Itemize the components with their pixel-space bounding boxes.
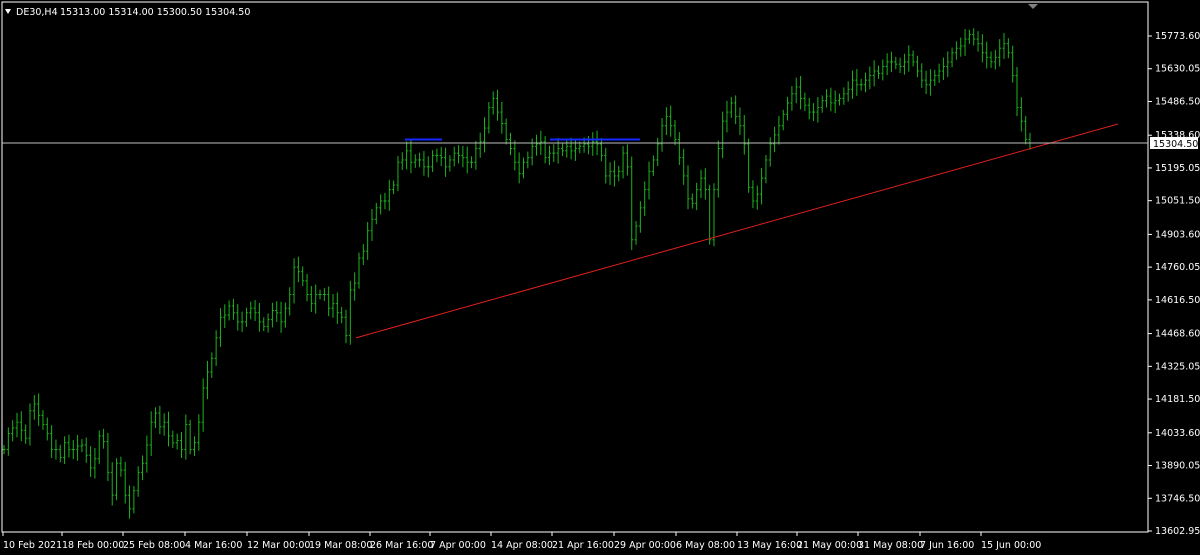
x-tick-label: 13 May 16:00 [737, 540, 802, 551]
x-tick-label: 21 May 00:00 [797, 540, 862, 551]
y-tick-label: 14903.60 [1155, 229, 1200, 240]
x-tick-label: 25 Feb 08:00 [123, 540, 185, 551]
y-tick-label: 14468.60 [1155, 329, 1200, 340]
chart-background [0, 0, 1200, 555]
y-tick-label: 13890.05 [1155, 461, 1200, 472]
x-tick-label: 6 May 08:00 [676, 540, 735, 551]
y-tick-label: 14181.50 [1155, 394, 1200, 405]
x-tick-label: 7 Apr 00:00 [430, 540, 486, 551]
x-tick-label: 10 Feb 2021 [3, 540, 62, 551]
current-price-tag: 15304.50 [1150, 136, 1198, 150]
x-tick-label: 26 Mar 16:00 [370, 540, 433, 551]
price-tag-text: 15304.50 [1153, 139, 1198, 150]
y-tick-label: 13602.95 [1155, 526, 1200, 537]
y-tick-label: 14325.05 [1155, 361, 1200, 372]
y-tick-label: 15630.05 [1155, 64, 1200, 75]
chart-header: DE30,H4 15313.00 15314.00 15300.50 15304… [5, 7, 250, 18]
y-tick-label: 15051.50 [1155, 196, 1200, 207]
y-tick-label: 14760.05 [1155, 262, 1200, 273]
x-tick-label: 18 Feb 00:00 [62, 540, 124, 551]
y-tick-label: 14033.60 [1155, 428, 1200, 439]
x-tick-label: 14 Apr 08:00 [491, 540, 553, 551]
y-tick-label: 14616.50 [1155, 295, 1200, 306]
x-tick-label: 4 Mar 16:00 [185, 540, 242, 551]
x-tick-label: 12 Mar 00:00 [247, 540, 310, 551]
y-tick-label: 15195.05 [1155, 163, 1200, 174]
x-tick-label: 31 May 08:00 [858, 540, 923, 551]
x-tick-label: 29 Apr 00:00 [614, 540, 676, 551]
price-chart[interactable]: DE30,H4 15313.00 15314.00 15300.50 15304… [0, 0, 1200, 555]
symbol-label: DE30,H4 [16, 7, 58, 18]
x-tick-label: 21 Apr 16:00 [552, 540, 614, 551]
y-tick-label: 15486.50 [1155, 96, 1200, 107]
x-tick-label: 19 Mar 08:00 [309, 540, 372, 551]
x-tick-label: 15 Jun 00:00 [981, 540, 1041, 551]
ohlc-label: 15313.00 15314.00 15300.50 15304.50 [60, 7, 250, 18]
y-tick-label: 13746.50 [1155, 493, 1200, 504]
y-tick-label: 15773.60 [1155, 31, 1200, 42]
x-tick-label: 7 Jun 16:00 [920, 540, 974, 551]
